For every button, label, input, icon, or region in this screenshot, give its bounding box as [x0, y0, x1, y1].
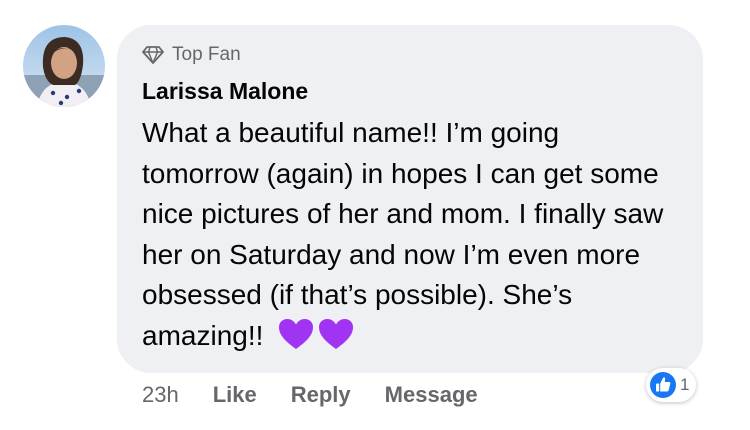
comment-text: What a beautiful name!! I’m going tomorr…	[142, 117, 664, 351]
purple-heart-icon	[319, 318, 354, 349]
comment-actions: 23h Like Reply Message	[142, 382, 512, 408]
emoji-group	[277, 317, 355, 351]
purple-heart-icon	[279, 318, 314, 349]
like-button[interactable]: Like	[213, 382, 257, 408]
message-button[interactable]: Message	[385, 382, 478, 408]
profile-photo	[23, 25, 105, 107]
reaction-count: 1	[680, 375, 690, 394]
reply-button[interactable]: Reply	[291, 382, 351, 408]
top-fan-badge: Top Fan	[142, 44, 241, 66]
reaction-summary[interactable]: 1	[646, 368, 697, 402]
timestamp[interactable]: 23h	[142, 382, 179, 408]
author-name[interactable]: Larissa Malone	[142, 78, 308, 105]
avatar[interactable]	[23, 25, 105, 107]
thumbs-up-icon	[650, 372, 676, 398]
diamond-icon	[142, 46, 164, 64]
comment-body: What a beautiful name!! I’m going tomorr…	[142, 113, 682, 356]
badge-label: Top Fan	[172, 44, 241, 65]
